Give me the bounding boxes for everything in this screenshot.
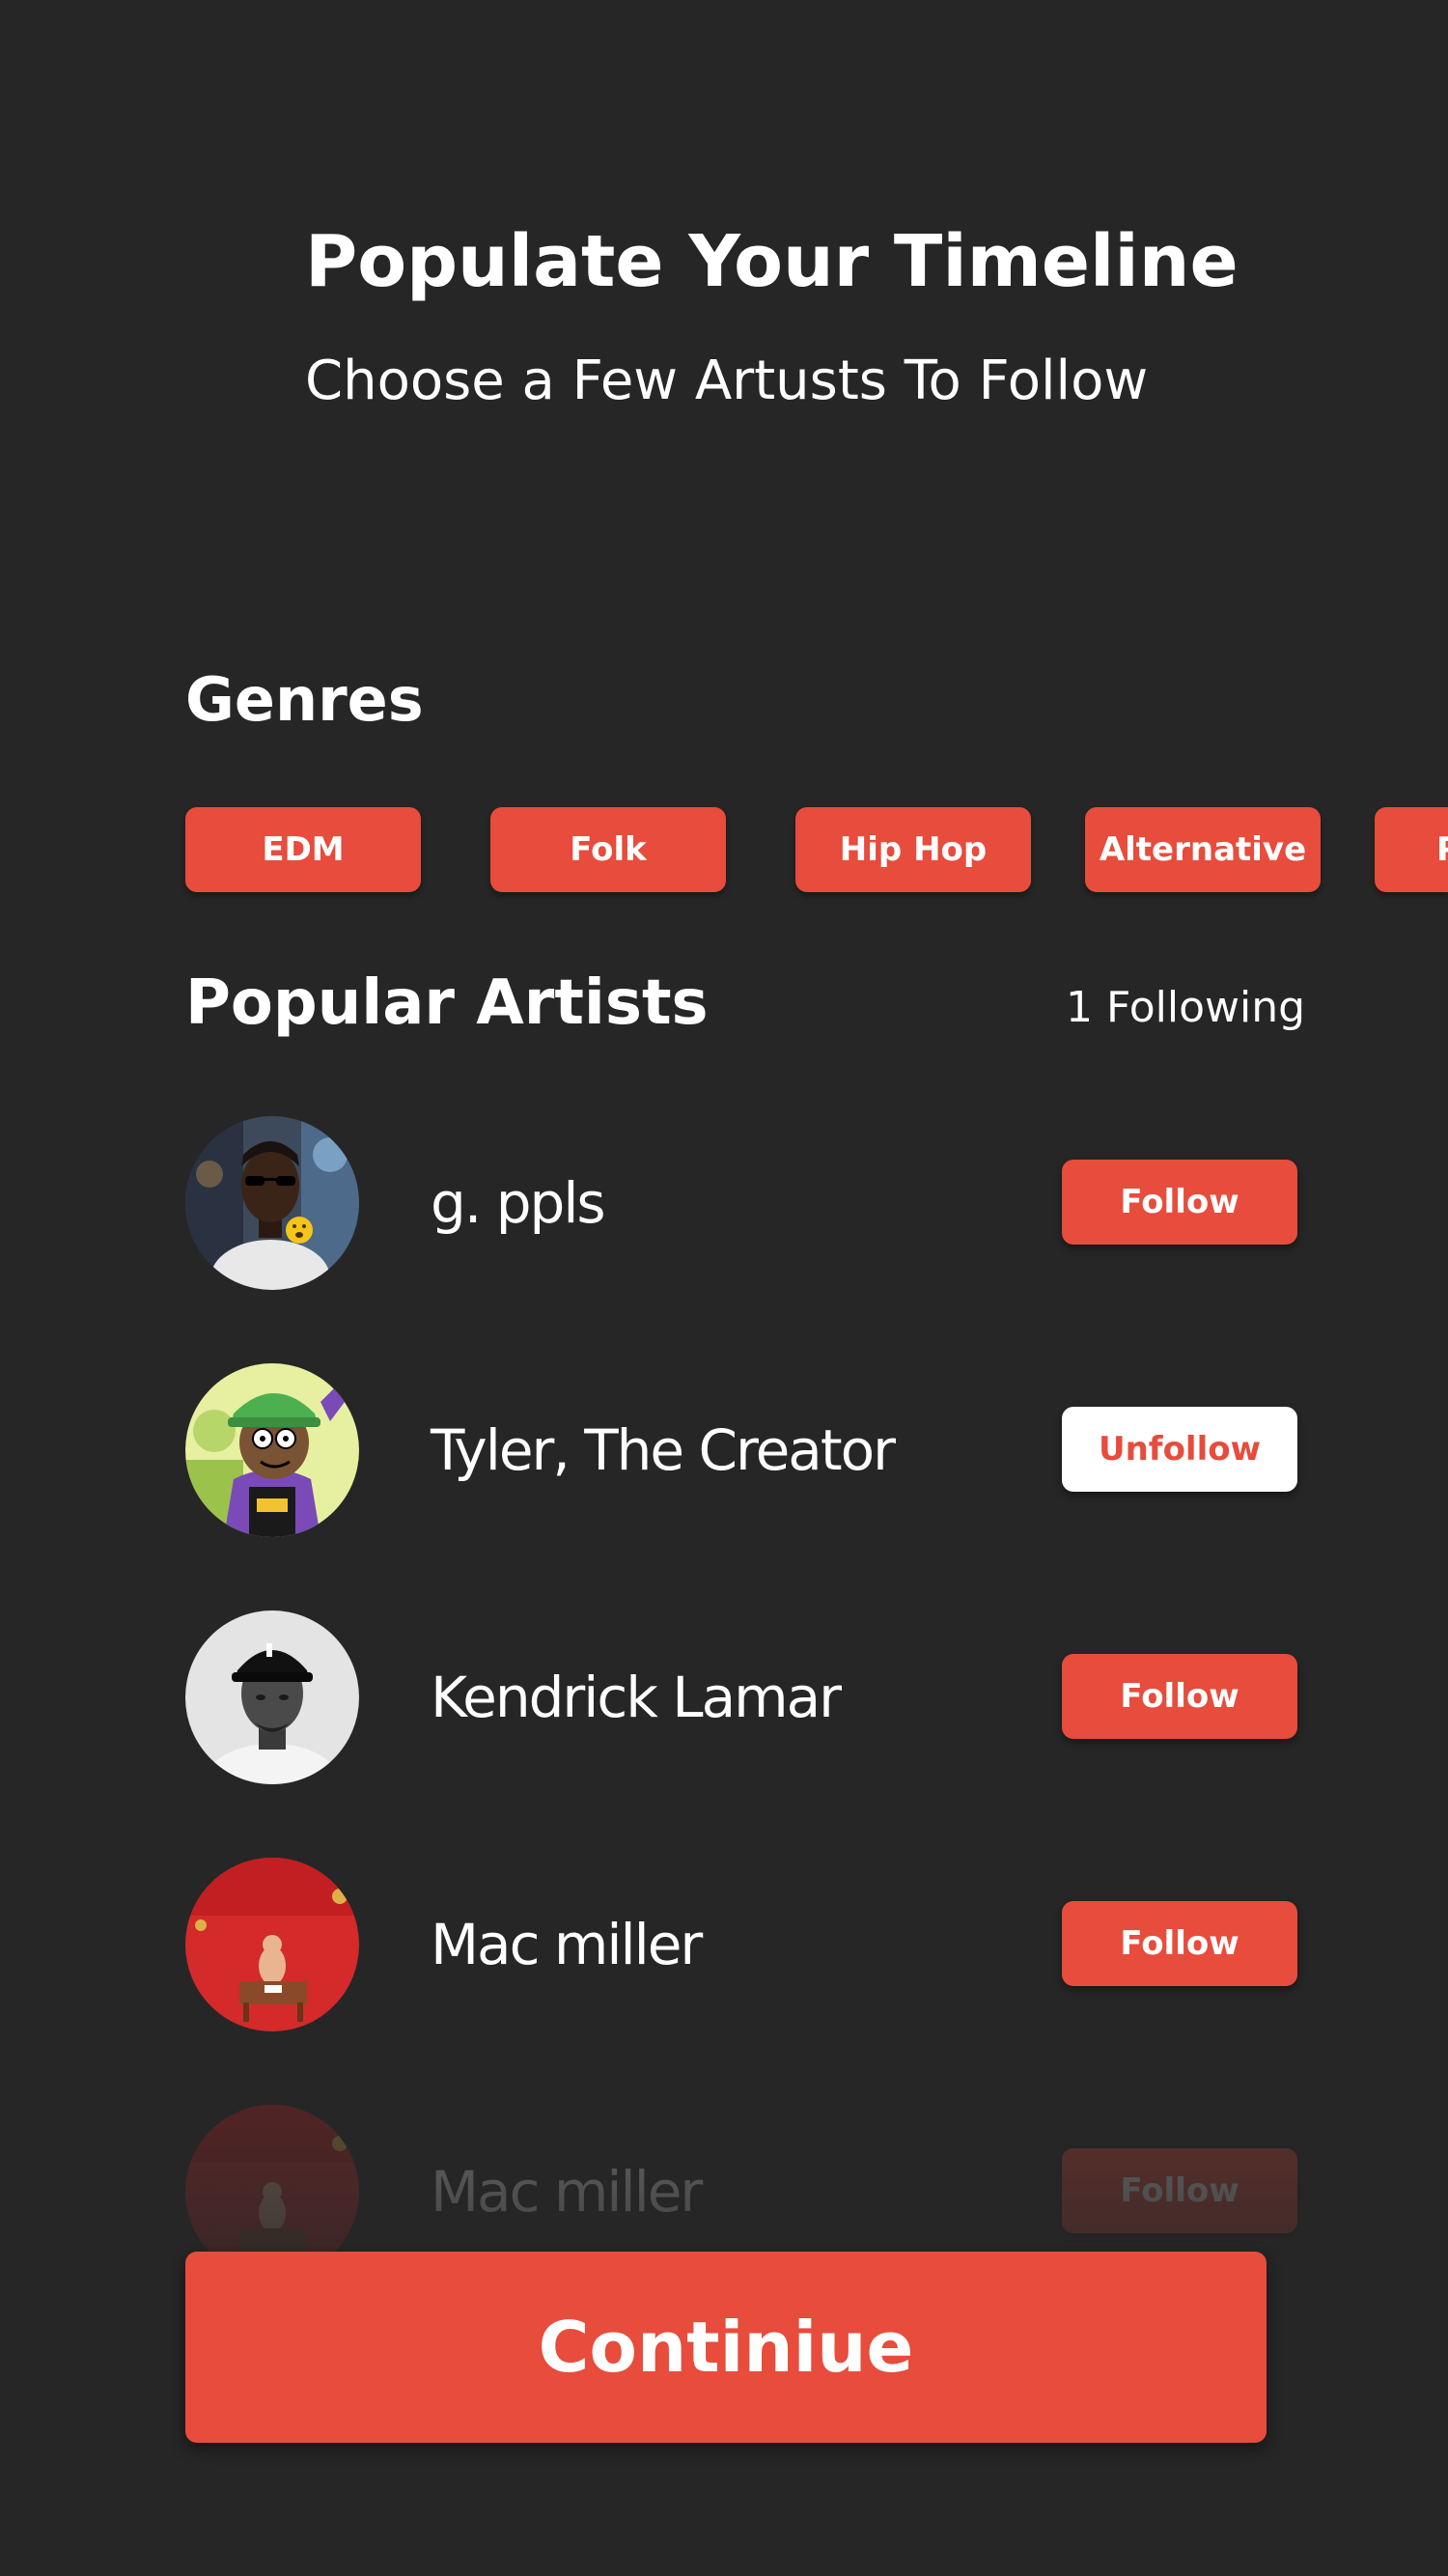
- genre-chip-alternative[interactable]: Alternative: [1085, 807, 1321, 892]
- artist-row: Kendrick Lamar Follow: [185, 1610, 1297, 1784]
- page-subtitle: Choose a Few Artusts To Follow: [305, 350, 1149, 412]
- person-with-sunglasses-photo-icon: [185, 1116, 359, 1290]
- onboarding-screen: Populate Your Timeline Choose a Few Artu…: [0, 0, 1448, 2576]
- continue-button[interactable]: Continiue: [185, 2252, 1267, 2443]
- red-album-cover-icon: [185, 1858, 359, 2031]
- artist-row: Tyler, The Creator Unfollow: [185, 1363, 1297, 1537]
- popular-artists-heading: Popular Artists: [185, 967, 709, 1039]
- artist-row: Mac miller Follow: [185, 1858, 1297, 2031]
- avatar: [185, 1858, 359, 2031]
- page-title: Populate Your Timeline: [305, 220, 1239, 303]
- following-count: 1 Following: [1066, 983, 1306, 1032]
- artist-name: Tyler, The Creator: [431, 1417, 896, 1483]
- genre-chip-edm[interactable]: EDM: [185, 807, 421, 892]
- artist-name: g. ppls: [431, 1170, 606, 1236]
- follow-button[interactable]: Follow: [1062, 1901, 1297, 1986]
- genre-chip-partial[interactable]: P: [1375, 807, 1448, 892]
- avatar: [185, 1116, 359, 1290]
- follow-button[interactable]: Follow: [1062, 1654, 1297, 1739]
- artist-name: Kendrick Lamar: [431, 1665, 842, 1730]
- genres-heading: Genres: [185, 664, 424, 735]
- artist-name: Mac miller: [431, 2159, 703, 2225]
- cartoon-character-green-cap-icon: [185, 1363, 359, 1537]
- black-and-white-portrait-cap-icon: [185, 1610, 359, 1784]
- avatar: [185, 1610, 359, 1784]
- artist-name: Mac miller: [431, 1912, 703, 1977]
- genre-chip-folk[interactable]: Folk: [490, 807, 726, 892]
- artist-row: g. ppls Follow: [185, 1116, 1297, 1290]
- avatar: [185, 1363, 359, 1537]
- genre-chip-hip-hop[interactable]: Hip Hop: [795, 807, 1031, 892]
- follow-button[interactable]: Follow: [1062, 1160, 1297, 1245]
- unfollow-button[interactable]: Unfollow: [1062, 1407, 1297, 1492]
- follow-button[interactable]: Follow: [1062, 2148, 1297, 2233]
